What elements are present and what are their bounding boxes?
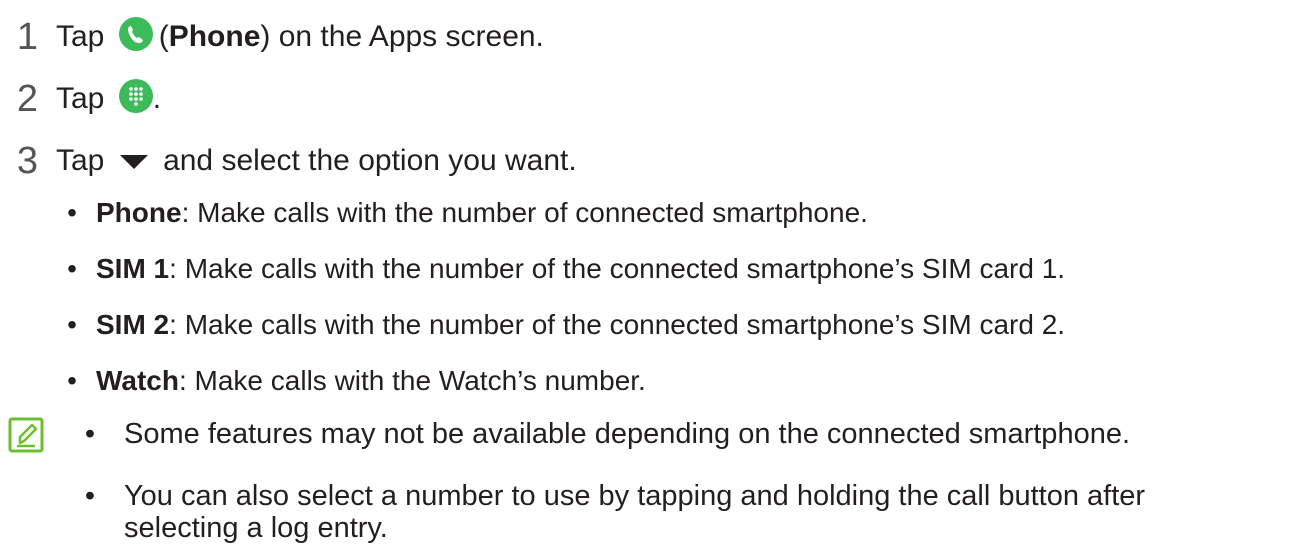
note-icon <box>8 417 44 453</box>
bullet: • <box>67 309 77 340</box>
dropdown-triangle-icon <box>119 145 149 179</box>
note-2-continued: selecting a log entry. <box>124 512 388 544</box>
bullet: • <box>67 253 77 284</box>
step-3: 3 Tap and select the option you want. <box>0 140 577 183</box>
step-2: 2 Tap . <box>0 78 161 121</box>
step-number: 3 <box>16 140 38 182</box>
step-3-text: Tap and select the option you want. <box>56 144 577 179</box>
bullet: • <box>84 418 96 450</box>
bullet: • <box>67 365 77 396</box>
keypad-icon <box>118 78 153 121</box>
phone-icon <box>118 16 153 59</box>
step-number: 2 <box>16 78 38 120</box>
step-number: 1 <box>16 16 38 58</box>
bullet: • <box>67 197 77 228</box>
step-1-text: Tap (Phone) on the Apps screen. <box>56 16 544 59</box>
step-2-text: Tap . <box>56 78 161 121</box>
bullet: • <box>84 480 96 512</box>
step-1: 1 Tap (Phone) on the Apps screen. <box>0 16 544 59</box>
